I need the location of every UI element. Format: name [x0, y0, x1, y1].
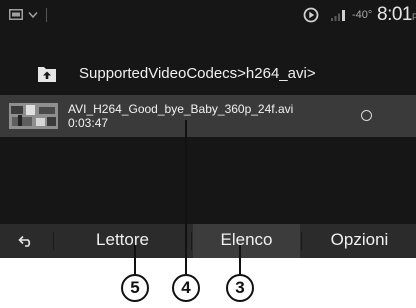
folder-up-icon[interactable] — [37, 65, 57, 83]
select-radio[interactable] — [361, 110, 372, 121]
callout-3: 3 — [226, 274, 254, 302]
video-thumbnail — [9, 103, 58, 129]
file-list-item[interactable]: AVI_H264_Good_bye_Baby_360p_24f.avi 0:03… — [0, 95, 416, 137]
back-arrow-icon — [18, 235, 31, 247]
clock-suffix: PM — [411, 12, 416, 22]
callout-line-4 — [185, 120, 187, 274]
callout-4: 4 — [172, 274, 200, 302]
status-bar: -40° 8:01PM — [0, 0, 416, 30]
tab-divider — [301, 232, 302, 250]
folder-path: SupportedVideoCodecs>h264_avi> — [79, 65, 316, 82]
status-divider — [46, 8, 47, 22]
callout-line-5 — [134, 245, 136, 274]
tab-player[interactable]: Lettore — [55, 224, 190, 258]
callout-line-3 — [239, 245, 241, 274]
tab-divider — [53, 232, 54, 250]
screen-source-icon[interactable] — [9, 9, 23, 20]
bottom-tab-bar: Lettore Elenco Opzioni — [0, 224, 416, 258]
tab-list[interactable]: Elenco — [193, 224, 300, 258]
tab-divider — [191, 232, 192, 250]
infotainment-screen: -40° 8:01PM SupportedVideoCodecs>h264_av… — [0, 0, 416, 258]
file-name: AVI_H264_Good_bye_Baby_360p_24f.avi — [68, 102, 294, 116]
clock: 8:01PM — [377, 4, 416, 28]
tab-options[interactable]: Opzioni — [303, 224, 416, 258]
outside-temperature: -40° — [352, 9, 373, 21]
back-button[interactable] — [0, 224, 52, 258]
callout-5: 5 — [121, 274, 149, 302]
signal-bars-icon — [331, 10, 345, 21]
folder-path-row: SupportedVideoCodecs>h264_avi> — [0, 58, 416, 90]
chevron-down-icon[interactable] — [28, 11, 38, 19]
file-duration: 0:03:47 — [68, 116, 109, 130]
media-playing-icon — [303, 7, 319, 23]
